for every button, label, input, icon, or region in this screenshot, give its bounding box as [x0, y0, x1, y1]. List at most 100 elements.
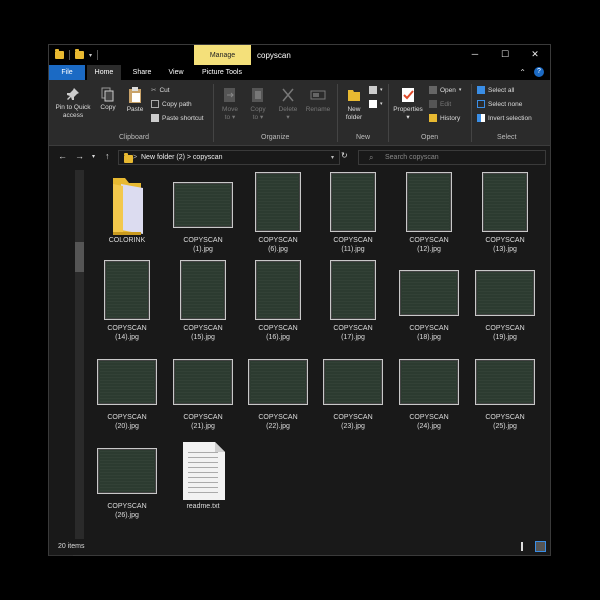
image-thumbnail — [173, 359, 233, 405]
pin-icon — [67, 88, 79, 100]
copy-path-button[interactable]: Copy path — [151, 100, 192, 108]
properties-icon — [402, 88, 414, 102]
easy-access-button[interactable]: ▾ — [369, 100, 383, 108]
file-name: COPYSCAN — [409, 237, 449, 244]
paste-shortcut-button[interactable]: Paste shortcut — [151, 114, 204, 122]
new-folder-button[interactable]: New folder — [341, 86, 367, 122]
file-item[interactable]: COPYSCAN (20).jpg — [91, 349, 163, 431]
file-item[interactable]: COPYSCAN (24).jpg — [393, 349, 465, 431]
file-item[interactable]: COPYSCAN (12).jpg — [393, 172, 465, 254]
back-arrow-icon[interactable]: ← — [58, 151, 67, 161]
copy-button[interactable]: Copy — [96, 86, 120, 112]
maximize-button[interactable]: ☐ — [490, 45, 520, 65]
file-thumbnail — [393, 349, 465, 413]
history-label: History — [440, 114, 461, 122]
file-list[interactable]: COLORINK COPYSCAN (1).jpg COPYSCAN (6).jpg CO… — [87, 168, 549, 540]
scissors-icon: ✂ — [151, 87, 157, 94]
close-button[interactable]: ✕ — [520, 45, 550, 65]
file-name: COPYSCAN — [333, 414, 373, 421]
navigation-pane-scrollbar[interactable] — [75, 170, 84, 540]
file-item[interactable]: readme.txt — [167, 438, 239, 511]
properties-button[interactable]: Properties ▾ — [391, 86, 425, 122]
address-dropdown-icon[interactable]: ▾ — [331, 154, 334, 161]
file-item[interactable]: COPYSCAN (13).jpg — [469, 172, 541, 254]
tab-view[interactable]: View — [161, 65, 191, 80]
file-item[interactable]: COPYSCAN (23).jpg — [317, 349, 389, 431]
easy-access-icon — [369, 100, 377, 108]
file-item[interactable]: COPYSCAN (14).jpg — [91, 260, 163, 342]
invert-selection-button[interactable]: Invert selection — [477, 114, 532, 122]
file-extension: (23).jpg — [341, 423, 365, 430]
copy-to-button[interactable]: Copy to ▾ — [245, 86, 271, 122]
large-icons-view-icon[interactable] — [535, 541, 546, 552]
file-item[interactable]: COPYSCAN (18).jpg — [393, 260, 465, 342]
copy-label: Copy — [100, 104, 116, 111]
edit-button[interactable]: Edit — [429, 100, 451, 108]
search-placeholder: Search copyscan — [385, 154, 439, 161]
forward-arrow-icon[interactable]: → — [75, 151, 84, 161]
file-thumbnail — [167, 438, 239, 502]
paste-button[interactable]: Paste — [122, 86, 148, 114]
file-extension: (21).jpg — [191, 423, 215, 430]
new-folder-quick-icon[interactable] — [75, 49, 84, 59]
refresh-icon[interactable]: ↻ — [341, 151, 348, 160]
file-item[interactable]: COPYSCAN (6).jpg — [242, 172, 314, 254]
customize-quick-access-icon[interactable]: ▾ — [89, 52, 92, 59]
image-thumbnail — [399, 359, 459, 405]
file-item[interactable]: COPYSCAN (19).jpg — [469, 260, 541, 342]
copy-path-label: Copy path — [162, 100, 192, 108]
move-to-button[interactable]: Move to ▾ — [217, 86, 243, 122]
file-item[interactable]: COPYSCAN (25).jpg — [469, 349, 541, 431]
item-count: 20 items — [58, 543, 85, 550]
rename-button[interactable]: Rename — [303, 86, 333, 114]
minimize-button[interactable]: ─ — [460, 45, 490, 65]
select-none-button[interactable]: Select none — [477, 100, 522, 108]
file-item[interactable]: COPYSCAN (17).jpg — [317, 260, 389, 342]
file-thumbnail — [167, 260, 239, 324]
cut-button[interactable]: ✂ Cut — [151, 86, 170, 95]
scrollbar-thumb[interactable] — [75, 242, 84, 272]
up-arrow-icon[interactable]: ↑ — [105, 151, 110, 161]
file-extension: (22).jpg — [266, 423, 290, 430]
tab-share[interactable]: Share — [127, 65, 157, 80]
breadcrumb[interactable]: New folder (2) > copyscan — [141, 154, 223, 161]
tab-home[interactable]: Home — [87, 65, 121, 80]
file-item[interactable]: COPYSCAN (16).jpg — [242, 260, 314, 342]
file-item[interactable]: COPYSCAN (11).jpg — [317, 172, 389, 254]
search-icon: ⌕ — [369, 153, 374, 162]
paste-shortcut-label: Paste shortcut — [162, 114, 204, 122]
manage-context-tab[interactable]: Manage — [194, 45, 251, 65]
file-item[interactable]: COPYSCAN (15).jpg — [167, 260, 239, 342]
file-extension: (12).jpg — [417, 246, 441, 253]
details-view-icon[interactable] — [521, 542, 523, 551]
paste-label: Paste — [126, 106, 144, 113]
file-item[interactable]: COPYSCAN (22).jpg — [242, 349, 314, 431]
help-icon[interactable]: ? — [534, 67, 544, 77]
delete-button[interactable]: Delete ▾ — [275, 86, 301, 122]
move-to-line1: Move — [222, 106, 238, 113]
history-button[interactable]: History — [429, 114, 460, 122]
divider — [69, 50, 70, 60]
file-extension: (13).jpg — [493, 246, 517, 253]
select-all-icon — [477, 86, 485, 94]
file-item[interactable]: COPYSCAN (21).jpg — [167, 349, 239, 431]
address-bar[interactable]: > New folder (2) > copyscan ▾ — [118, 150, 340, 165]
tab-picture-tools[interactable]: Picture Tools — [197, 65, 247, 80]
search-input[interactable]: ⌕ Search copyscan — [358, 150, 546, 165]
file-item[interactable]: COPYSCAN (1).jpg — [167, 172, 239, 254]
image-thumbnail — [255, 172, 301, 232]
open-button[interactable]: Open ▾ — [429, 86, 461, 94]
ribbon: Pin to Quick access Copy Paste ✂ Cut Cop… — [49, 80, 550, 146]
recent-locations-icon[interactable]: ▾ — [92, 153, 95, 160]
file-item[interactable]: COPYSCAN (26).jpg — [91, 438, 163, 520]
tab-file[interactable]: File — [49, 65, 85, 80]
select-all-button[interactable]: Select all — [477, 86, 514, 94]
pin-to-quick-access-button[interactable]: Pin to Quick access — [52, 86, 94, 120]
new-item-button[interactable]: ▾ — [369, 86, 383, 94]
folder-icon — [124, 153, 133, 163]
collapse-ribbon-icon[interactable]: ⌃ — [519, 68, 526, 77]
copy-icon — [101, 87, 114, 102]
file-item[interactable]: COLORINK — [91, 172, 163, 245]
window-title: copyscan — [257, 51, 291, 60]
divider — [97, 50, 99, 60]
